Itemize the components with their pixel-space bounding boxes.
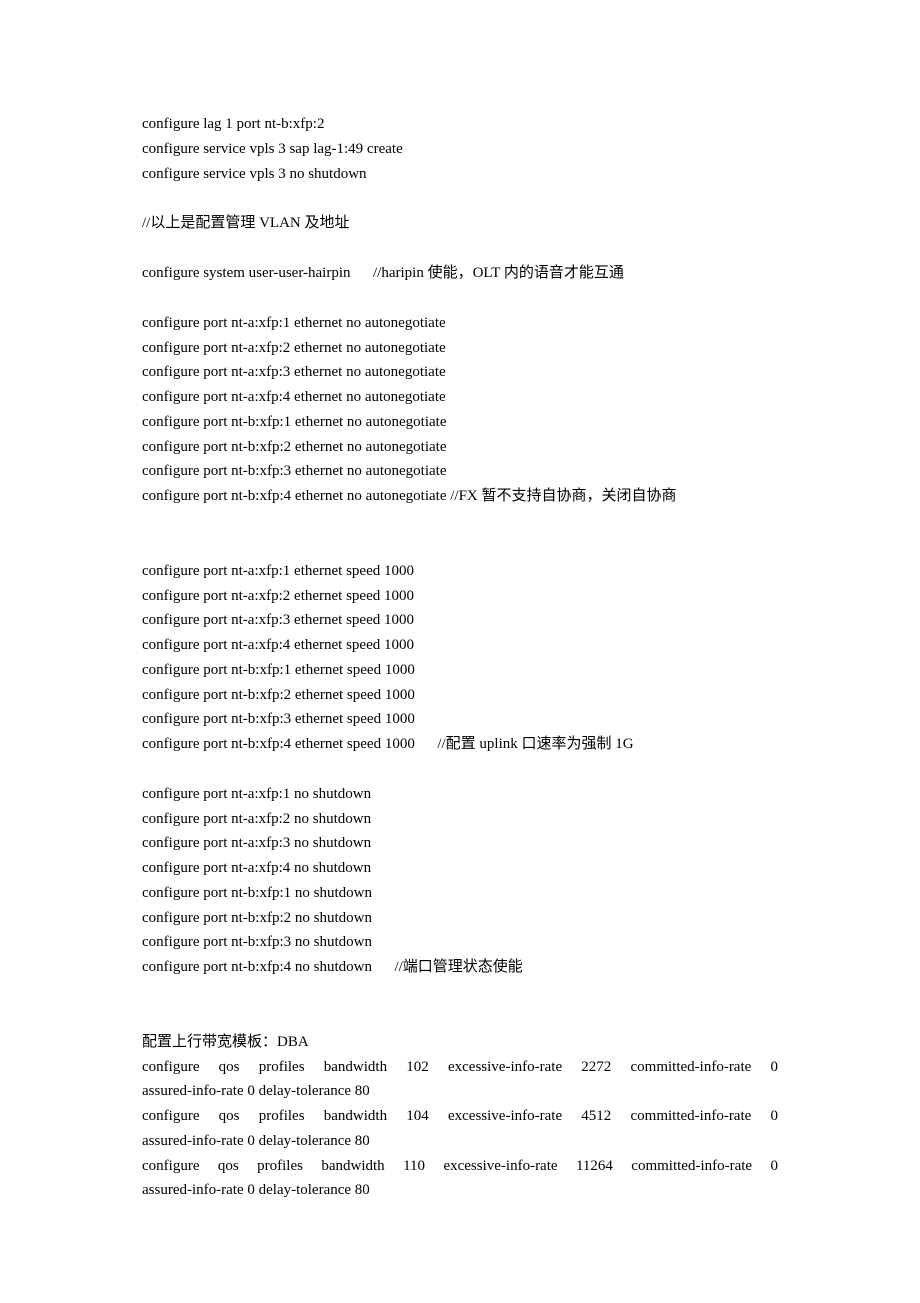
- text-line: configure port nt-a:xfp:2 ethernet speed…: [142, 584, 778, 609]
- text-line: configure qos profiles bandwidth 102 exc…: [142, 1055, 778, 1080]
- text-line: assured-info-rate 0 delay-tolerance 80: [142, 1129, 778, 1154]
- text-line: configure port nt-a:xfp:4 ethernet no au…: [142, 385, 778, 410]
- text-line: configure port nt-a:xfp:2 ethernet no au…: [142, 336, 778, 361]
- text-line: assured-info-rate 0 delay-tolerance 80: [142, 1178, 778, 1203]
- document-page: configure lag 1 port nt-b:xfp:2configure…: [0, 0, 920, 1303]
- blank-line: [142, 1005, 778, 1030]
- text-line: configure qos profiles bandwidth 110 exc…: [142, 1154, 778, 1179]
- text-line: configure port nt-a:xfp:4 no shutdown: [142, 856, 778, 881]
- text-line: configure port nt-b:xfp:2 ethernet no au…: [142, 435, 778, 460]
- text-line: configure port nt-a:xfp:3 no shutdown: [142, 831, 778, 856]
- blank-line: [142, 186, 778, 211]
- blank-line: [142, 757, 778, 782]
- blank-line: [142, 286, 778, 311]
- text-line: configure port nt-b:xfp:1 no shutdown: [142, 881, 778, 906]
- text-line: configure service vpls 3 sap lag-1:49 cr…: [142, 137, 778, 162]
- text-line: configure port nt-a:xfp:1 ethernet speed…: [142, 559, 778, 584]
- text-line: configure port nt-b:xfp:2 no shutdown: [142, 906, 778, 931]
- text-line: configure port nt-b:xfp:3 no shutdown: [142, 930, 778, 955]
- text-line: configure port nt-b:xfp:2 ethernet speed…: [142, 683, 778, 708]
- text-line: configure port nt-b:xfp:4 no shutdown //…: [142, 955, 778, 980]
- text-line: configure port nt-a:xfp:1 ethernet no au…: [142, 311, 778, 336]
- text-line: configure port nt-b:xfp:1 ethernet no au…: [142, 410, 778, 435]
- text-line: configure port nt-a:xfp:3 ethernet no au…: [142, 360, 778, 385]
- text-line: configure port nt-b:xfp:3 ethernet no au…: [142, 459, 778, 484]
- text-line: configure port nt-b:xfp:1 ethernet speed…: [142, 658, 778, 683]
- text-line: configure port nt-b:xfp:3 ethernet speed…: [142, 707, 778, 732]
- blank-line: [142, 534, 778, 559]
- text-line: configure port nt-a:xfp:4 ethernet speed…: [142, 633, 778, 658]
- text-line: configure system user-user-hairpin //har…: [142, 261, 778, 286]
- text-line: configure qos profiles bandwidth 104 exc…: [142, 1104, 778, 1129]
- text-line: configure port nt-a:xfp:2 no shutdown: [142, 807, 778, 832]
- blank-line: [142, 236, 778, 261]
- text-line: configure service vpls 3 no shutdown: [142, 162, 778, 187]
- blank-line: [142, 980, 778, 1005]
- text-line: configure port nt-a:xfp:1 no shutdown: [142, 782, 778, 807]
- text-line: configure port nt-b:xfp:4 ethernet speed…: [142, 732, 778, 757]
- text-line: //以上是配置管理 VLAN 及地址: [142, 211, 778, 236]
- text-line: configure port nt-b:xfp:4 ethernet no au…: [142, 484, 778, 509]
- text-line: configure port nt-a:xfp:3 ethernet speed…: [142, 608, 778, 633]
- text-line: 配置上行带宽模板：DBA: [142, 1030, 778, 1055]
- text-line: assured-info-rate 0 delay-tolerance 80: [142, 1079, 778, 1104]
- text-line: configure lag 1 port nt-b:xfp:2: [142, 112, 778, 137]
- blank-line: [142, 509, 778, 534]
